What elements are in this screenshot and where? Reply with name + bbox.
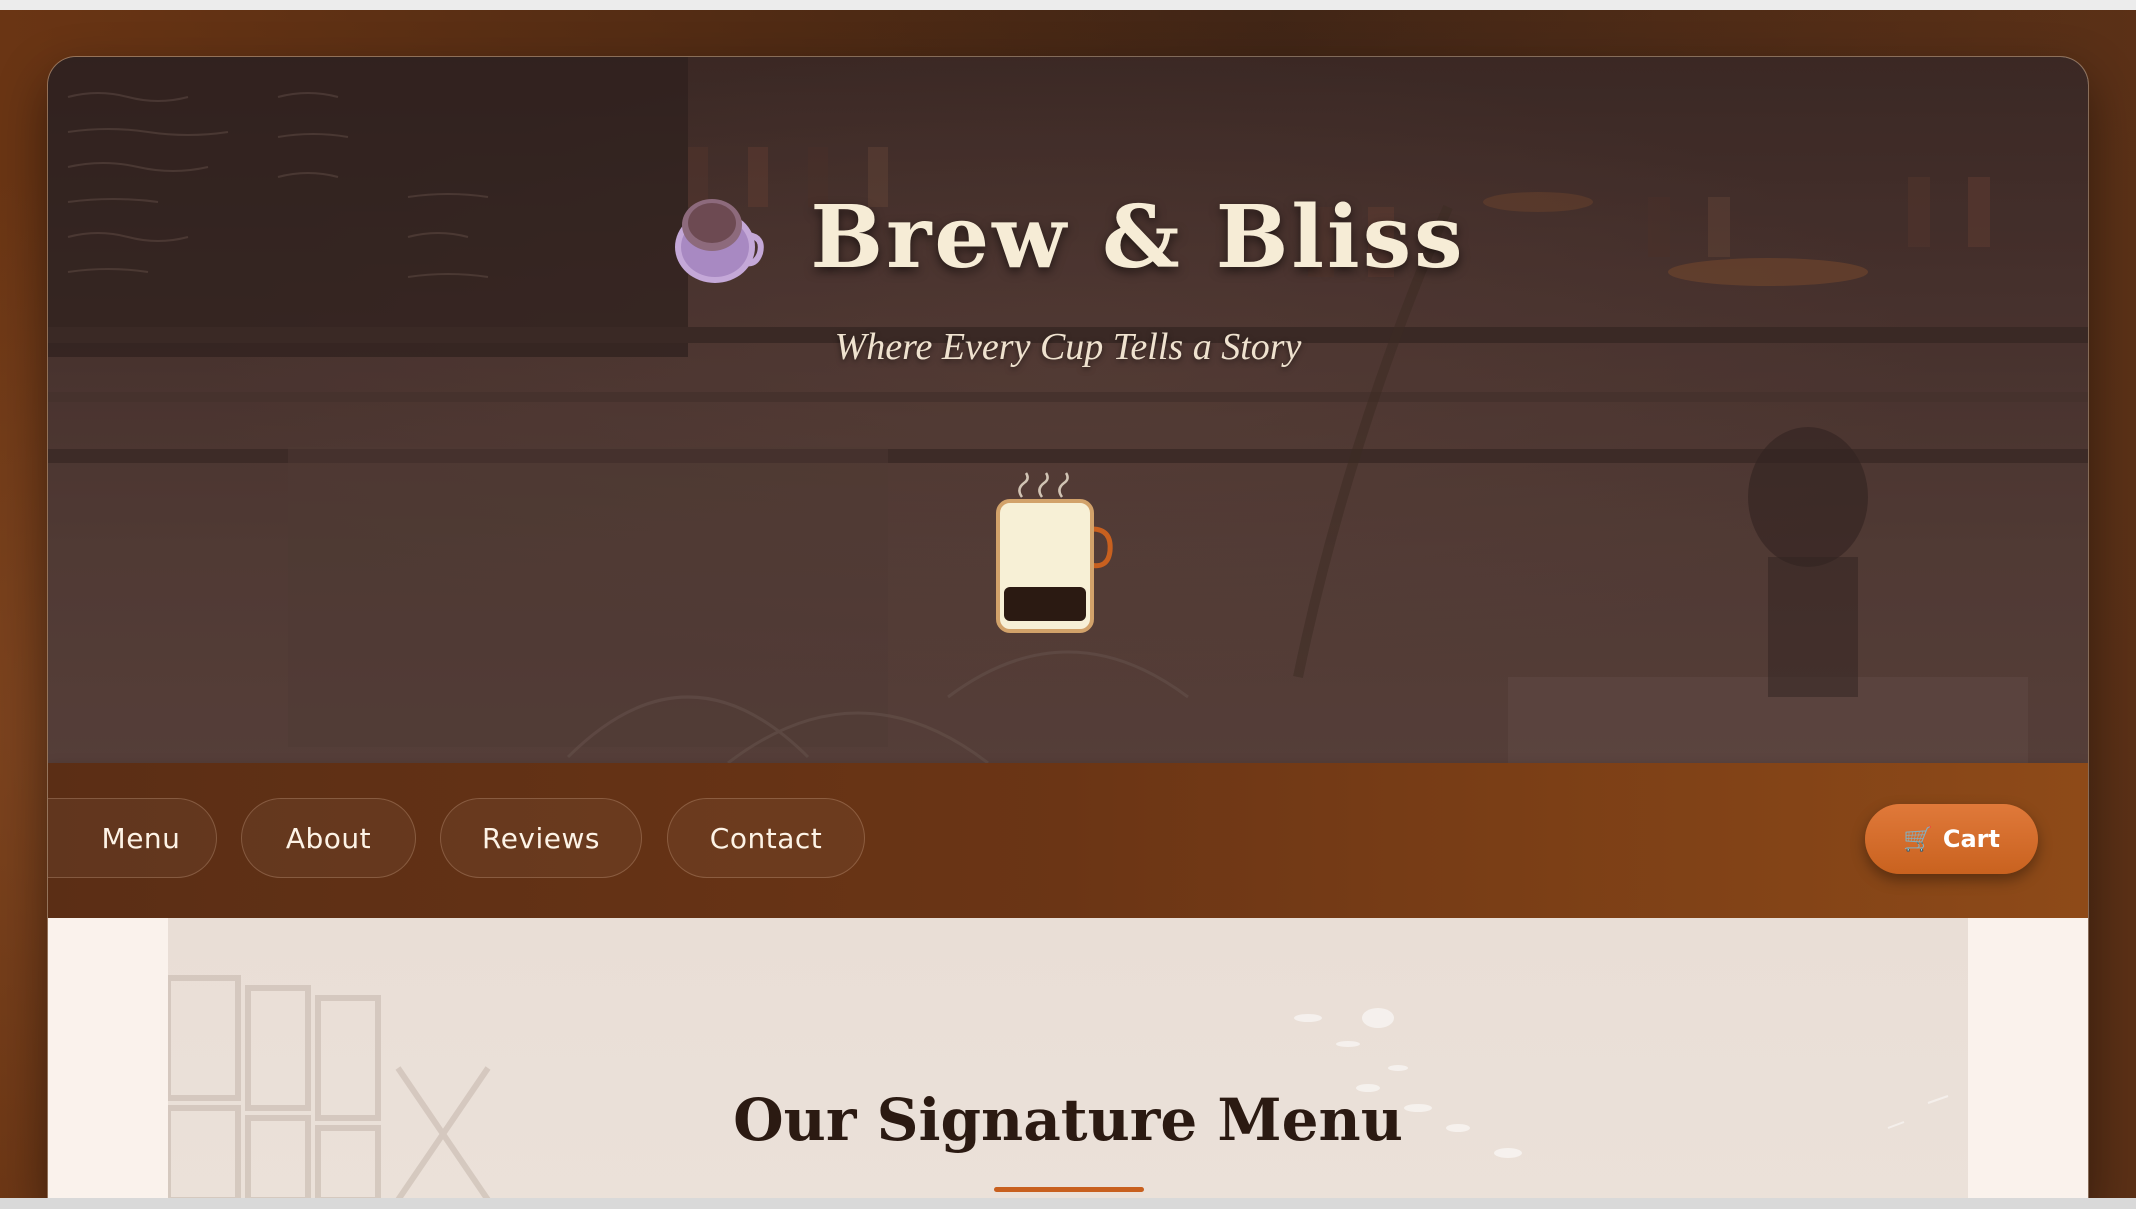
steaming-mug-icon bbox=[996, 472, 1113, 633]
site-frame: Brew & Bliss Where Every Cup Tells a Sto… bbox=[48, 57, 2088, 1200]
nav-item-reviews[interactable]: Reviews bbox=[440, 798, 642, 878]
shopping-cart-icon: 🛒 bbox=[1902, 825, 1933, 853]
section-title: Our Signature Menu bbox=[733, 1086, 1403, 1154]
brand-header: Brew & Bliss bbox=[48, 177, 2088, 297]
cafe-interior-background-image bbox=[48, 57, 2088, 763]
nav-item-about[interactable]: About bbox=[241, 798, 416, 878]
main-navigation: Menu About Reviews Contact 🛒 Cart bbox=[48, 763, 2088, 918]
nav-item-contact[interactable]: Contact bbox=[667, 798, 865, 878]
browser-bottom-strip bbox=[0, 1198, 2136, 1209]
nav-item-menu[interactable]: Menu bbox=[48, 798, 217, 878]
brand-tagline: Where Every Cup Tells a Story bbox=[834, 326, 1302, 368]
coffee-cup-logo-icon bbox=[675, 199, 765, 283]
brand-title: Brew & Bliss bbox=[810, 186, 1466, 288]
cart-button-label: Cart bbox=[1942, 825, 2000, 853]
cart-button[interactable]: 🛒 Cart bbox=[1865, 804, 2038, 874]
page: Brew & Bliss Where Every Cup Tells a Sto… bbox=[0, 0, 2136, 1209]
menu-section-background bbox=[168, 918, 1968, 1200]
window-light-background-image bbox=[168, 975, 1949, 1200]
section-title-underline bbox=[994, 1187, 1144, 1192]
signature-menu-section: Our Signature Menu bbox=[48, 918, 2088, 1200]
hero-banner: Brew & Bliss Where Every Cup Tells a Sto… bbox=[48, 57, 2088, 763]
browser-top-strip bbox=[0, 0, 2136, 10]
